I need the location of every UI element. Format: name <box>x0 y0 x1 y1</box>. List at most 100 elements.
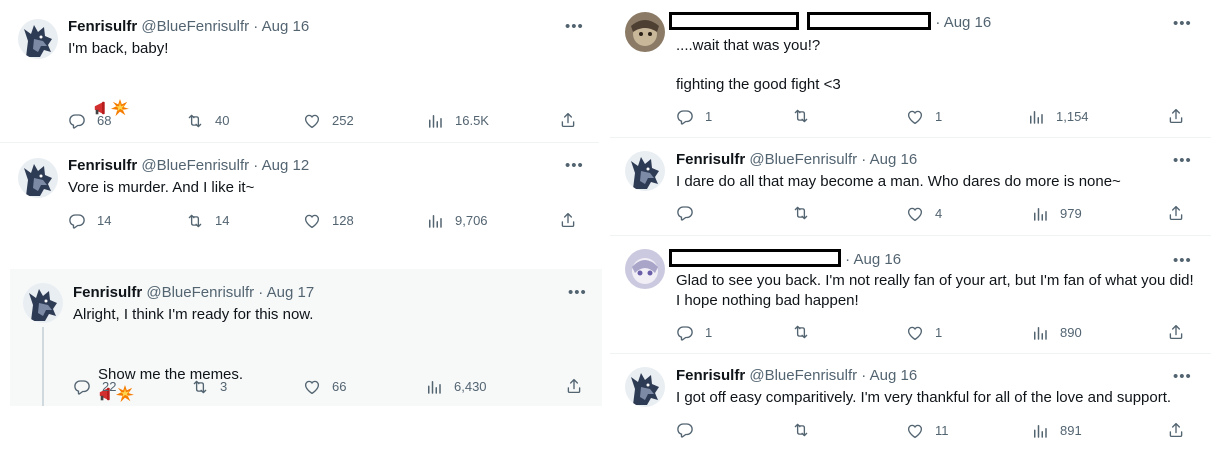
tweet-card[interactable]: Fenrisulfr @BlueFenrisulfr · Aug 17 ••• … <box>10 269 602 406</box>
tweet-text: I got off easy comparitively. I'm very t… <box>676 389 1172 406</box>
share-icon <box>1167 323 1185 341</box>
views-icon <box>425 378 443 396</box>
tweet-date[interactable]: Aug 17 <box>267 284 315 301</box>
tweet-header: Fenrisulfr @BlueFenrisulfr · Aug 16 <box>68 17 309 37</box>
views-button[interactable]: 979 <box>1031 204 1082 224</box>
display-name[interactable]: Fenrisulfr <box>73 284 142 301</box>
retweet-button[interactable] <box>792 323 821 341</box>
action-bar: 22 3 66 6,430 <box>73 377 583 397</box>
redacted-name <box>669 12 799 30</box>
tweet-date[interactable]: Aug 16 <box>944 14 992 31</box>
tweet-date[interactable]: Aug 16 <box>854 251 902 268</box>
views-button[interactable]: 891 <box>1031 421 1082 441</box>
retweet-count: 3 <box>220 379 228 394</box>
more-icon[interactable]: ••• <box>565 19 584 34</box>
action-bar: 68 40 252 16.5K <box>68 111 578 131</box>
like-button[interactable]: 4 <box>906 204 942 224</box>
avatar[interactable] <box>18 158 58 198</box>
display-name[interactable]: Fenrisulfr <box>676 367 745 384</box>
like-button[interactable]: 252 <box>303 111 354 131</box>
reply-button[interactable]: 68 <box>68 111 111 131</box>
tweet-date[interactable]: Aug 16 <box>262 18 310 35</box>
share-button[interactable] <box>559 211 577 229</box>
views-count: 979 <box>1060 206 1082 221</box>
like-button[interactable]: 11 <box>906 421 949 441</box>
reply-count: 68 <box>97 113 112 128</box>
more-icon[interactable]: ••• <box>1173 153 1192 168</box>
reply-icon <box>676 324 694 342</box>
user-handle[interactable]: @BlueFenrisulfr <box>749 367 857 384</box>
more-icon[interactable]: ••• <box>1173 16 1192 31</box>
left-top-panel: Fenrisulfr @BlueFenrisulfr · Aug 16 ••• … <box>0 5 599 242</box>
tweet-header: Fenrisulfr @BlueFenrisulfr · Aug 16 <box>676 150 917 170</box>
share-button[interactable] <box>1167 107 1185 125</box>
user-handle[interactable]: @BlueFenrisulfr <box>141 18 249 35</box>
reply-button[interactable] <box>676 421 705 439</box>
avatar[interactable] <box>625 12 665 52</box>
tweet-card[interactable]: Fenrisulfr @BlueFenrisulfr · Aug 12 ••• … <box>0 144 599 242</box>
retweet-icon <box>792 421 810 439</box>
share-button[interactable] <box>1167 421 1185 439</box>
reply-button[interactable]: 22 <box>73 377 116 397</box>
tweet-date[interactable]: Aug 12 <box>262 157 310 174</box>
more-icon[interactable]: ••• <box>1173 253 1192 268</box>
share-icon <box>559 211 577 229</box>
display-name[interactable]: Fenrisulfr <box>68 18 137 35</box>
like-button[interactable]: 128 <box>303 211 354 231</box>
views-count: 891 <box>1060 423 1082 438</box>
share-button[interactable] <box>559 111 577 129</box>
like-icon <box>906 422 924 440</box>
reply-button[interactable] <box>676 204 705 222</box>
reply-icon <box>68 212 86 230</box>
retweet-button[interactable]: 14 <box>186 211 229 231</box>
avatar[interactable] <box>625 367 665 407</box>
avatar[interactable] <box>23 283 63 323</box>
user-handle[interactable]: @BlueFenrisulfr <box>749 151 857 168</box>
views-button[interactable]: 890 <box>1031 323 1082 343</box>
share-button[interactable] <box>1167 204 1185 222</box>
views-button[interactable]: 1,154 <box>1027 107 1089 127</box>
user-handle[interactable]: @BlueFenrisulfr <box>141 157 249 174</box>
like-button[interactable]: 1 <box>906 323 942 343</box>
like-icon <box>906 205 924 223</box>
more-icon[interactable]: ••• <box>1173 369 1192 384</box>
user-handle[interactable]: @BlueFenrisulfr <box>146 284 254 301</box>
avatar[interactable] <box>18 19 58 59</box>
retweet-button[interactable] <box>792 204 821 222</box>
tweet-date[interactable]: Aug 16 <box>870 151 918 168</box>
like-button[interactable]: 66 <box>303 377 346 397</box>
avatar[interactable] <box>625 151 665 191</box>
views-button[interactable]: 6,430 <box>425 377 487 397</box>
reply-button[interactable]: 1 <box>676 107 712 127</box>
reply-button[interactable]: 14 <box>68 211 111 231</box>
redacted-handle <box>807 12 932 30</box>
avatar[interactable] <box>625 249 665 289</box>
reply-button[interactable]: 1 <box>676 323 712 343</box>
like-button[interactable]: 1 <box>906 107 942 127</box>
reply-count: 22 <box>102 379 117 394</box>
tweet-date[interactable]: Aug 16 <box>870 367 918 384</box>
retweet-button[interactable]: 40 <box>186 111 229 131</box>
reply-card[interactable]: Fenrisulfr @BlueFenrisulfr · Aug 16 ••• … <box>610 355 1211 458</box>
retweet-button[interactable] <box>792 107 821 125</box>
retweet-button[interactable] <box>792 421 821 439</box>
more-icon[interactable]: ••• <box>568 285 587 300</box>
share-button[interactable] <box>565 377 583 395</box>
display-name[interactable]: Fenrisulfr <box>68 157 137 174</box>
reply-card[interactable]: · Aug 16 ••• ....wait that was you!? fig… <box>610 0 1211 138</box>
separator: · <box>253 18 259 35</box>
thread-line <box>42 327 44 406</box>
more-icon[interactable]: ••• <box>565 158 584 173</box>
reply-card[interactable]: · Aug 16 ••• Glad to see you back. I'm n… <box>610 237 1211 354</box>
tweet-card[interactable]: Fenrisulfr @BlueFenrisulfr · Aug 16 ••• … <box>0 5 599 143</box>
views-button[interactable]: 9,706 <box>426 211 488 231</box>
tweet-text: I'm back, baby! <box>68 40 169 57</box>
reply-icon <box>676 421 694 439</box>
display-name[interactable]: Fenrisulfr <box>676 151 745 168</box>
retweet-icon <box>191 378 209 396</box>
views-button[interactable]: 16.5K <box>426 111 489 131</box>
reply-card[interactable]: Fenrisulfr @BlueFenrisulfr · Aug 16 ••• … <box>610 139 1211 236</box>
retweet-button[interactable]: 3 <box>191 377 227 397</box>
share-button[interactable] <box>1167 323 1185 341</box>
views-icon <box>426 212 444 230</box>
